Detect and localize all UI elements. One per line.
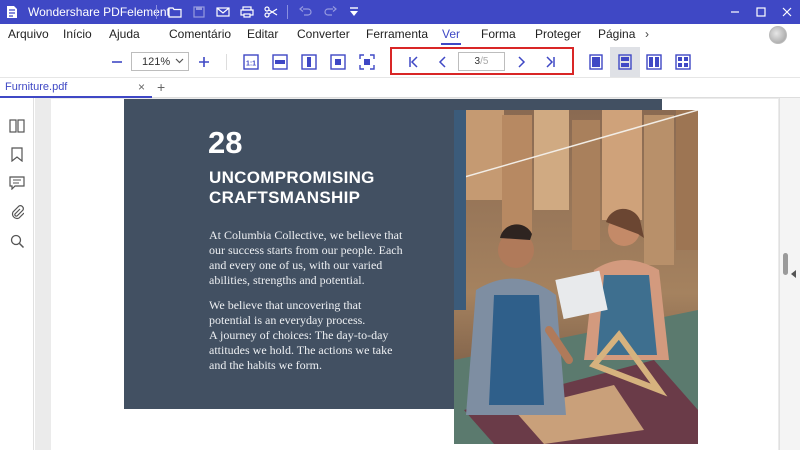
paragraph-line: We believe that uncovering that [209,298,362,312]
save-icon[interactable] [187,0,211,24]
single-page-scroll-view-icon[interactable] [610,47,640,77]
title-separator [156,5,157,19]
paragraph-line: our success starts from our people. Each [209,243,403,257]
left-sidebar [0,98,34,450]
menu-more-chevron-icon[interactable]: › [645,27,649,41]
scrollbar-thumb[interactable] [783,253,788,275]
mail-icon[interactable] [211,0,235,24]
previous-page-icon[interactable] [430,50,456,74]
document-tab[interactable]: Furniture.pdf × [0,78,152,98]
fit-height-icon[interactable] [296,50,322,74]
two-page-view-icon[interactable] [641,50,667,74]
first-page-icon[interactable] [401,50,427,74]
full-screen-icon[interactable] [354,50,380,74]
menu-pagina[interactable]: Página [598,27,635,41]
paragraph-line: and the habits we form. [209,358,322,372]
avatar[interactable] [769,26,787,44]
thumbnails-icon[interactable] [7,116,27,136]
menu-forma[interactable]: Forma [481,27,516,41]
bookmark-icon[interactable] [7,144,27,164]
scissors-icon[interactable] [259,0,283,24]
paragraph-line: A journey of choices: The day-to-day [209,328,389,342]
attachment-icon[interactable] [7,202,27,222]
toolbar-separator [226,54,227,70]
menu-ver[interactable]: Ver [442,27,460,41]
tab-close-icon[interactable]: × [138,80,145,94]
two-page-scroll-view-icon[interactable] [670,50,696,74]
quick-access-dropdown-icon[interactable] [342,0,366,24]
single-page-view-icon[interactable] [583,50,609,74]
total-pages: /5 [480,56,489,67]
print-icon[interactable] [235,0,259,24]
title-separator-2 [287,5,288,19]
zoom-in-icon[interactable] [191,50,217,74]
paragraph-line: abilities, strengths and potential. [209,273,365,287]
chevron-down-icon [175,58,184,64]
workshop-photo [454,110,698,444]
menu-active-underline [441,43,461,45]
svg-text:1:1: 1:1 [246,61,256,68]
headline-line: CRAFTSMANSHIP [209,188,361,207]
paragraph-1: At Columbia Collective, we believe that … [209,228,429,288]
menu-ferramenta[interactable]: Ferramenta [366,27,428,41]
app-logo-icon [7,6,17,18]
actual-size-icon[interactable]: 1:1 [238,50,264,74]
last-page-icon[interactable] [537,50,563,74]
headline: UNCOMPROMISING CRAFTSMANSHIP [209,168,429,208]
fit-page-icon[interactable] [325,50,351,74]
view-toolbar: 121% 1:1 3 /5 [0,46,800,78]
fit-width-icon[interactable] [267,50,293,74]
app-title: Wondershare PDFelement [28,5,170,19]
search-icon[interactable] [7,231,27,251]
paragraph-line: and every one of us, with our varied [209,258,383,272]
undo-icon[interactable] [294,0,318,24]
menu-converter[interactable]: Converter [297,27,350,41]
menu-ajuda[interactable]: Ajuda [109,27,140,41]
menu-inicio[interactable]: Início [63,27,92,41]
paragraph-line: attitudes we hold. The actions we take [209,343,393,357]
headline-line: UNCOMPROMISING [209,168,375,187]
zoom-out-icon[interactable] [104,50,130,74]
open-folder-icon[interactable] [163,0,187,24]
vertical-scrollbar[interactable] [779,98,800,450]
zoom-select[interactable]: 121% [131,52,189,71]
menu-editar[interactable]: Editar [247,27,278,41]
redo-icon[interactable] [318,0,342,24]
menu-comentario[interactable]: Comentário [169,27,231,41]
new-tab-icon[interactable]: + [157,79,165,95]
document-tab-name: Furniture.pdf [5,81,68,93]
close-icon[interactable] [774,0,800,24]
zoom-value: 121% [142,55,171,68]
document-tab-bar: Furniture.pdf × + [0,78,800,98]
menu-proteger[interactable]: Proteger [535,27,581,41]
paragraph-line: potential is an everyday process. [209,313,366,327]
paragraph-line: At Columbia Collective, we believe that [209,228,403,242]
next-page-icon[interactable] [508,50,534,74]
expand-right-panel-icon[interactable] [791,270,796,278]
title-bar: Wondershare PDFelement [0,0,800,24]
maximize-icon[interactable] [748,0,774,24]
menu-bar: Arquivo Início Ajuda Comentário Editar C… [0,24,800,46]
comment-icon[interactable] [7,173,27,193]
page-number-input[interactable]: 3 /5 [458,52,505,71]
menu-arquivo[interactable]: Arquivo [8,27,49,41]
paragraph-2: We believe that uncovering that potentia… [209,298,429,373]
page-number-heading: 28 [208,125,243,160]
minimize-icon[interactable] [722,0,748,24]
